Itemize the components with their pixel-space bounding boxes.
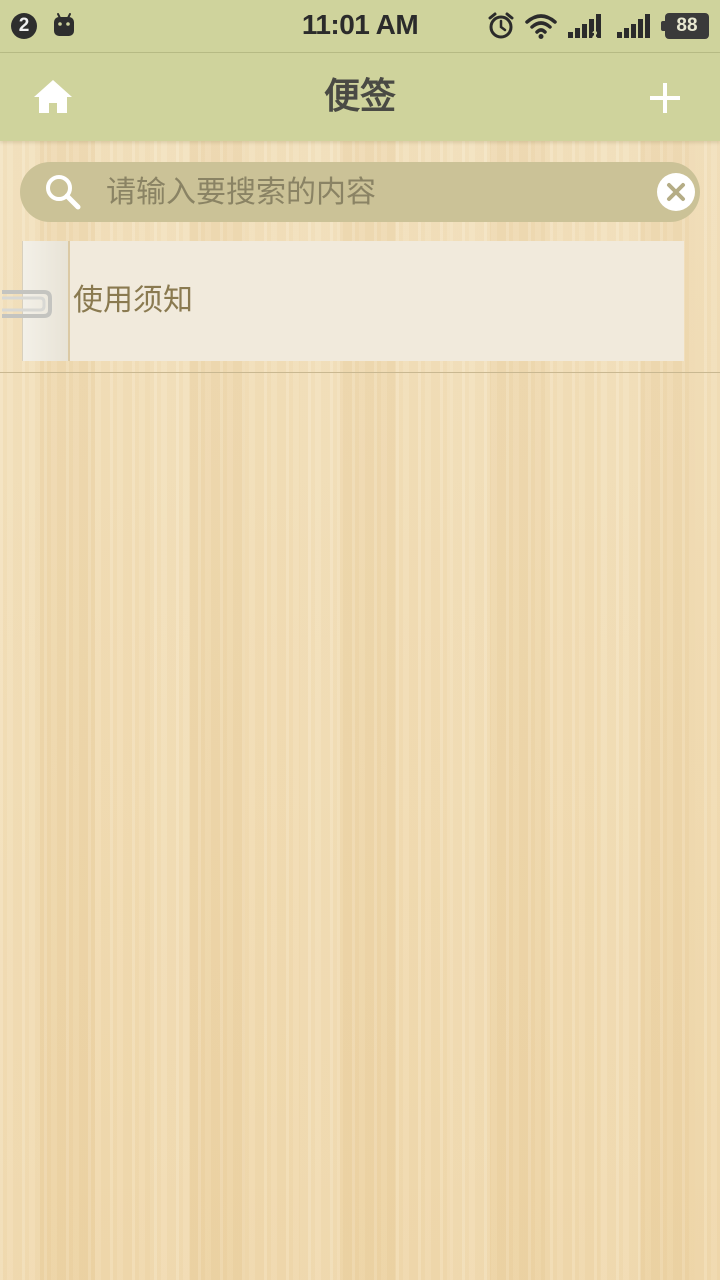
status-bar: 2 11:01 AM 2 88 bbox=[0, 0, 720, 53]
search-bar bbox=[20, 162, 700, 222]
sim2-label: 2 bbox=[592, 30, 598, 40]
search-icon bbox=[46, 175, 81, 210]
note-list-item[interactable]: 使用须知 bbox=[0, 241, 720, 363]
title-bar: 便签 bbox=[0, 53, 720, 141]
status-time: 11:01 AM bbox=[301, 9, 419, 40]
clear-icon[interactable] bbox=[656, 172, 696, 212]
signal-icon bbox=[617, 14, 650, 38]
search-input[interactable] bbox=[106, 162, 626, 222]
paper-clip-icon bbox=[2, 290, 52, 318]
android-icon bbox=[54, 13, 74, 36]
app-screen: 2 11:01 AM 2 88 便签 请输入要搜索的内容 使用须知 bbox=[0, 0, 720, 1280]
alarm-icon bbox=[488, 12, 514, 39]
note-title: 使用须知 bbox=[73, 283, 193, 318]
signal-icon: 2 bbox=[568, 14, 601, 40]
wifi-icon bbox=[525, 14, 557, 39]
notification-count-badge: 2 bbox=[11, 13, 37, 39]
home-icon[interactable] bbox=[28, 75, 78, 119]
battery-icon: 88 bbox=[661, 13, 709, 39]
page-title: 便签 bbox=[323, 76, 396, 117]
list-divider bbox=[0, 372, 720, 373]
plus-icon[interactable] bbox=[642, 75, 688, 121]
